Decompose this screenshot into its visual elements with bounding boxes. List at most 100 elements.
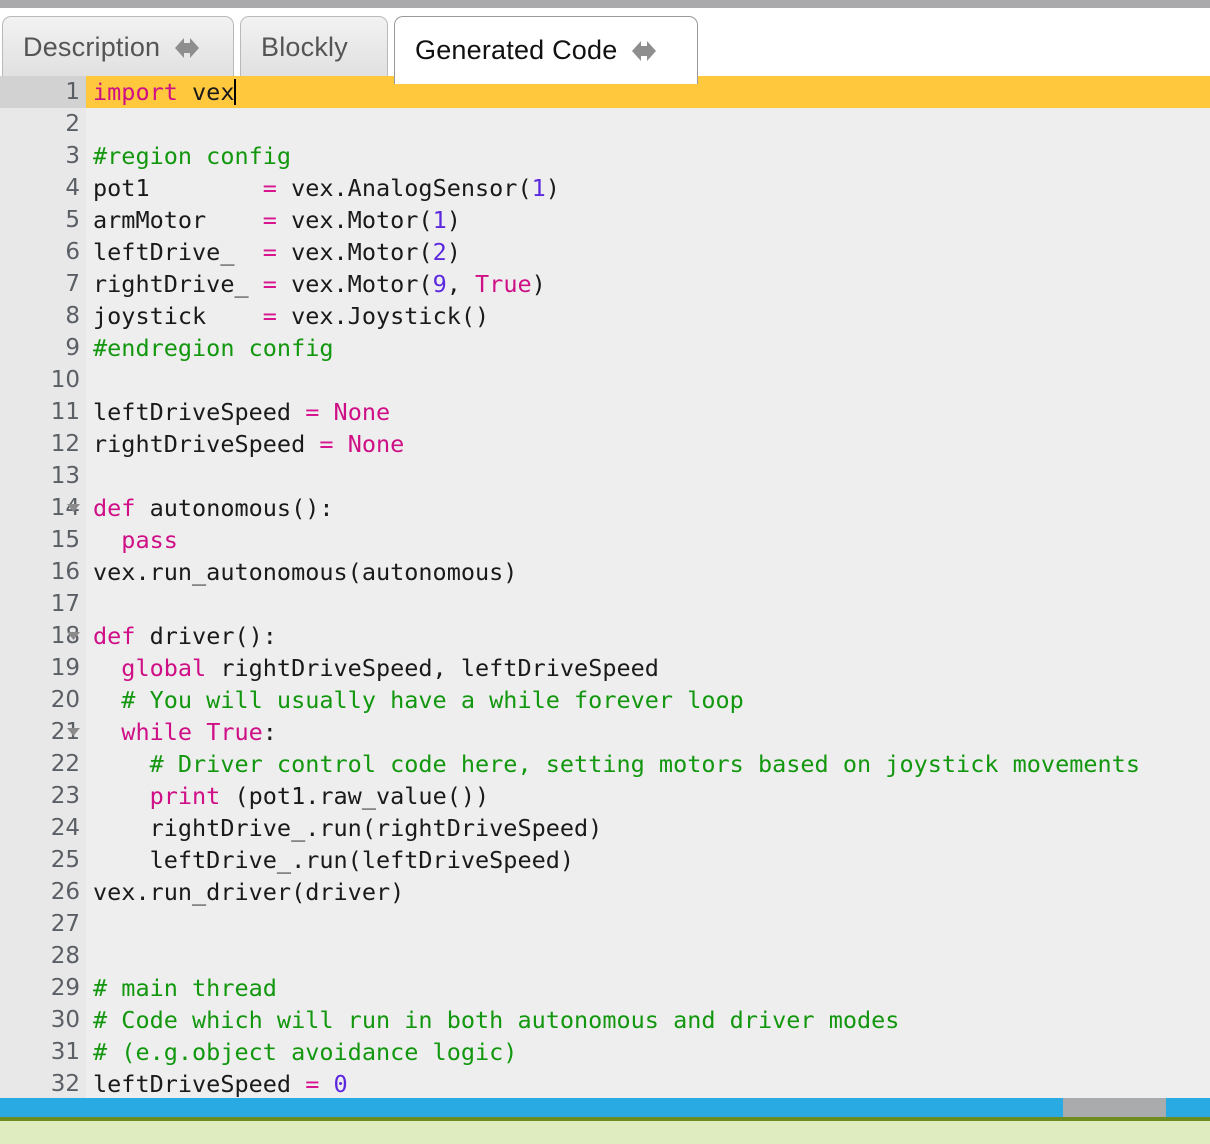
code-line-row[interactable]: 9 #endregion config <box>0 332 1210 364</box>
code-token-txt: vex.Motor( <box>276 206 433 234</box>
code-line-text[interactable]: rightDriveSpeed = None <box>86 428 1210 460</box>
code-line-row[interactable]: 30 # Code which will run in both autonomo… <box>0 1004 1210 1036</box>
code-token-txt: ) <box>446 206 461 234</box>
code-line-text[interactable] <box>86 364 1210 396</box>
fold-triangle-icon[interactable] <box>67 716 80 748</box>
code-line-row[interactable]: 5 armMotor = vex.Motor(1) <box>0 204 1210 236</box>
code-line-text[interactable]: #endregion config <box>86 332 1210 364</box>
code-line-row[interactable]: 27 <box>0 908 1210 940</box>
code-line-text[interactable]: # Code which will run in both autonomous… <box>86 1004 1210 1036</box>
line-number-cell: 27 <box>0 908 86 940</box>
line-number: 1 <box>65 79 80 105</box>
line-number: 17 <box>50 591 80 617</box>
code-line-row[interactable]: 6 leftDrive_ = vex.Motor(2) <box>0 236 1210 268</box>
arrow-right-icon[interactable] <box>631 40 657 62</box>
code-line-row[interactable]: 10 <box>0 364 1210 396</box>
code-line-text[interactable]: # (e.g.object avoidance logic) <box>86 1036 1210 1068</box>
tab-blockly[interactable]: Blockly <box>240 16 388 78</box>
code-line-text[interactable]: pot1 = vex.AnalogSensor(1) <box>86 172 1210 204</box>
code-line-text[interactable]: print (pot1.raw_value()) <box>86 780 1210 812</box>
code-line-text[interactable]: def autonomous(): <box>86 492 1210 524</box>
code-line-row[interactable]: 11 leftDriveSpeed = None <box>0 396 1210 428</box>
code-line-row[interactable]: 19 global rightDriveSpeed, leftDriveSpee… <box>0 652 1210 684</box>
fold-triangle-icon[interactable] <box>67 492 80 524</box>
code-line-row[interactable]: 26 vex.run_driver(driver) <box>0 876 1210 908</box>
code-line-row[interactable]: 7 rightDrive_ = vex.Motor(9, True) <box>0 268 1210 300</box>
fold-triangle-icon[interactable] <box>67 620 80 652</box>
code-line-text[interactable] <box>86 108 1210 140</box>
code-line-text[interactable]: # Driver control code here, setting moto… <box>86 748 1210 780</box>
code-line-row[interactable]: 28 <box>0 940 1210 972</box>
horizontal-scrollbar-track[interactable] <box>0 1098 1210 1117</box>
code-line-text[interactable]: rightDrive_ = vex.Motor(9, True) <box>86 268 1210 300</box>
code-line-row[interactable]: 31 # (e.g.object avoidance logic) <box>0 1036 1210 1068</box>
code-line-text[interactable]: global rightDriveSpeed, leftDriveSpeed <box>86 652 1210 684</box>
code-line-row[interactable]: 2 <box>0 108 1210 140</box>
code-line-text[interactable]: leftDrive_.run(leftDriveSpeed) <box>86 844 1210 876</box>
code-line-row[interactable]: 22 # Driver control code here, setting m… <box>0 748 1210 780</box>
code-token-txt: vex.Motor( <box>276 238 433 266</box>
code-line-row[interactable]: 4 pot1 = vex.AnalogSensor(1) <box>0 172 1210 204</box>
line-number: 3 <box>65 143 80 169</box>
line-number-cell: 18 <box>0 620 86 652</box>
code-line-row[interactable]: 13 <box>0 460 1210 492</box>
code-line-text[interactable]: def driver(): <box>86 620 1210 652</box>
code-line-row[interactable]: 18 def driver(): <box>0 620 1210 652</box>
tab-description[interactable]: Description <box>2 16 234 78</box>
code-line-text[interactable]: #region config <box>86 140 1210 172</box>
code-line-text[interactable]: leftDriveSpeed = 0 <box>86 1068 1210 1098</box>
code-line-row[interactable]: 12 rightDriveSpeed = None <box>0 428 1210 460</box>
code-line-text[interactable]: leftDriveSpeed = None <box>86 396 1210 428</box>
code-line-row[interactable]: 24 rightDrive_.run(rightDriveSpeed) <box>0 812 1210 844</box>
bottom-console-panel[interactable] <box>0 1121 1210 1144</box>
code-line-text[interactable]: leftDrive_ = vex.Motor(2) <box>86 236 1210 268</box>
horizontal-scrollbar-thumb[interactable] <box>1063 1098 1166 1117</box>
code-token-txt: pot1 <box>93 174 263 202</box>
code-line-row[interactable]: 25 leftDrive_.run(leftDriveSpeed) <box>0 844 1210 876</box>
line-number: 23 <box>50 783 80 809</box>
code-token-txt: leftDrive_ <box>93 238 263 266</box>
line-number-cell: 29 <box>0 972 86 1004</box>
code-line-row[interactable]: 16 vex.run_autonomous(autonomous) <box>0 556 1210 588</box>
code-editor[interactable]: 1 import vex 2 3 #region config 4 pot1 = vex.A… <box>0 76 1210 1098</box>
line-number-cell: 4 <box>0 172 86 204</box>
code-line-row[interactable]: 23 print (pot1.raw_value()) <box>0 780 1210 812</box>
code-line-text[interactable] <box>86 908 1210 940</box>
line-number-cell: 5 <box>0 204 86 236</box>
code-line-text[interactable] <box>86 588 1210 620</box>
tab-blockly-label: Blockly <box>261 32 348 62</box>
code-token-num: 1 <box>531 174 546 202</box>
code-line-text[interactable]: # main thread <box>86 972 1210 1004</box>
code-line-row[interactable]: 14 def autonomous(): <box>0 492 1210 524</box>
code-line-text[interactable]: vex.run_driver(driver) <box>86 876 1210 908</box>
code-line-row[interactable]: 8 joystick = vex.Joystick() <box>0 300 1210 332</box>
code-token-com: # You will usually have a while forever … <box>121 686 744 714</box>
code-line-text[interactable] <box>86 940 1210 972</box>
code-token-txt: armMotor <box>93 206 263 234</box>
code-line-text[interactable]: rightDrive_.run(rightDriveSpeed) <box>86 812 1210 844</box>
line-number-cell: 10 <box>0 364 86 396</box>
code-line-row[interactable]: 20 # You will usually have a while forev… <box>0 684 1210 716</box>
code-line-row[interactable]: 3 #region config <box>0 140 1210 172</box>
code-line-text[interactable]: joystick = vex.Joystick() <box>86 300 1210 332</box>
code-line-row[interactable]: 32 leftDriveSpeed = 0 <box>0 1068 1210 1098</box>
code-line-text[interactable]: vex.run_autonomous(autonomous) <box>86 556 1210 588</box>
arrow-left-icon[interactable] <box>174 37 200 59</box>
code-line-row[interactable]: 17 <box>0 588 1210 620</box>
code-line-row[interactable]: 29 # main thread <box>0 972 1210 1004</box>
code-line-row[interactable]: 15 pass <box>0 524 1210 556</box>
code-line-row[interactable]: 21 while True: <box>0 716 1210 748</box>
code-token-txt: vex.Joystick() <box>276 302 490 330</box>
code-line-text[interactable]: while True: <box>86 716 1210 748</box>
code-token-txt: leftDrive_.run(leftDriveSpeed) <box>93 846 575 874</box>
line-number: 30 <box>50 1007 80 1033</box>
code-line-text[interactable]: armMotor = vex.Motor(1) <box>86 204 1210 236</box>
tab-generated-code[interactable]: Generated Code <box>394 16 698 84</box>
code-token-kw: True <box>475 270 532 298</box>
code-line-text[interactable]: pass <box>86 524 1210 556</box>
code-line-text[interactable] <box>86 460 1210 492</box>
code-line-text[interactable]: # You will usually have a while forever … <box>86 684 1210 716</box>
